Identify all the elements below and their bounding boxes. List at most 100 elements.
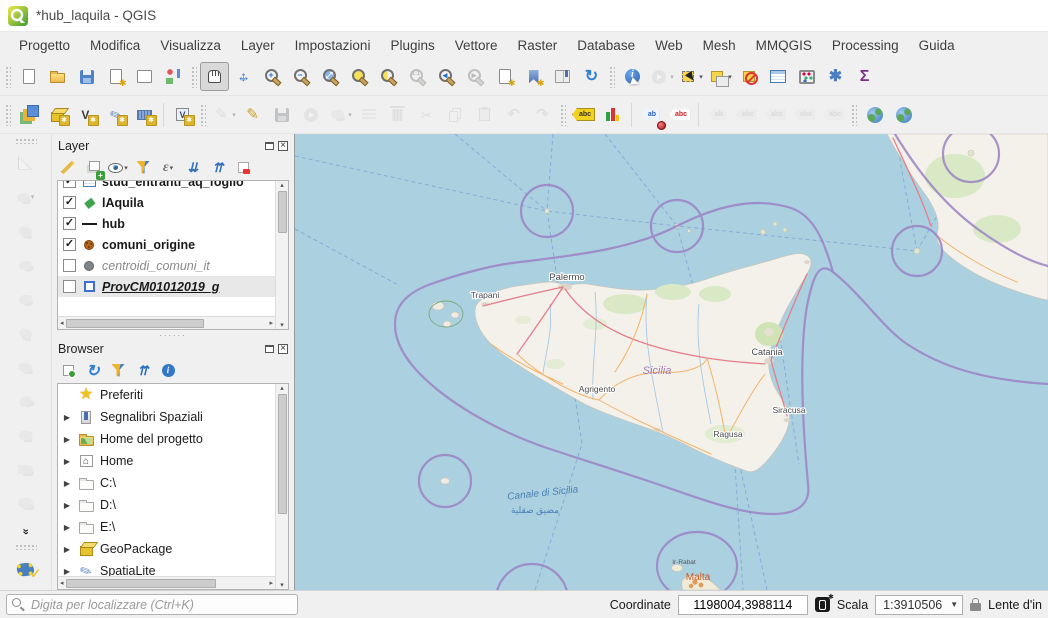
expander-icon[interactable]: ▶ bbox=[62, 435, 72, 444]
lock-icon[interactable] bbox=[970, 603, 981, 611]
toolbar-handle[interactable] bbox=[609, 66, 615, 88]
statistics-summary-button[interactable]: Σ bbox=[850, 62, 879, 91]
browser-item-project-home[interactable]: ▶ Home del progetto bbox=[58, 428, 275, 450]
open-attribute-table-button[interactable] bbox=[763, 62, 792, 91]
remove-layer-button[interactable] bbox=[233, 158, 253, 178]
identify-features-button[interactable] bbox=[618, 62, 647, 91]
new-geopackage-layer-button[interactable] bbox=[43, 100, 72, 129]
browser-item-d-drive[interactable]: ▶ D:\ bbox=[58, 494, 275, 516]
new-shapefile-layer-button[interactable]: V. bbox=[72, 100, 101, 129]
layer-checkbox[interactable] bbox=[63, 196, 76, 209]
processing-toolbox-button[interactable]: ✱ bbox=[821, 62, 850, 91]
toggle-editing-button[interactable]: ✎ bbox=[238, 100, 267, 129]
select-by-form-button[interactable]: ▾ bbox=[705, 62, 734, 91]
toolbar-handle[interactable] bbox=[15, 544, 37, 550]
deselect-all-button[interactable] bbox=[734, 62, 763, 91]
new-print-layout-button[interactable] bbox=[101, 62, 130, 91]
filter-legend-button[interactable] bbox=[133, 158, 153, 178]
metasearch-button[interactable] bbox=[860, 100, 889, 129]
expander-icon[interactable]: ▶ bbox=[62, 413, 72, 422]
show-spatial-bookmarks-button[interactable] bbox=[519, 62, 548, 91]
browser-item-home[interactable]: ▶ Home bbox=[58, 450, 275, 472]
project-open-button[interactable] bbox=[43, 62, 72, 91]
browser-collapse-all-button[interactable]: ⇈ bbox=[133, 361, 153, 381]
layer-checkbox[interactable] bbox=[63, 217, 76, 230]
layer-checkbox[interactable] bbox=[63, 181, 76, 188]
menu-guida[interactable]: Guida bbox=[910, 35, 964, 56]
zoom-last-button[interactable]: ◂ bbox=[432, 62, 461, 91]
toolbar-handle[interactable] bbox=[191, 66, 197, 88]
collapse-all-button[interactable]: ⇈ bbox=[208, 158, 228, 178]
project-new-button[interactable] bbox=[14, 62, 43, 91]
browser-item-preferiti[interactable]: ★ Preferiti bbox=[58, 384, 275, 406]
browser-vscrollbar[interactable]: ▴▾ bbox=[275, 384, 288, 589]
zoom-to-selection-button[interactable] bbox=[345, 62, 374, 91]
expander-icon[interactable]: ▶ bbox=[62, 457, 72, 466]
menu-plugins[interactable]: Plugins bbox=[381, 35, 443, 56]
highlight-pinned-labels-button[interactable]: abc bbox=[665, 100, 694, 129]
layer-checkbox[interactable] bbox=[63, 280, 76, 293]
zoom-full-button[interactable]: ⤢ bbox=[316, 62, 345, 91]
layer-row[interactable]: hub bbox=[58, 213, 275, 234]
zoom-out-button[interactable]: − bbox=[287, 62, 316, 91]
coordinate-input[interactable] bbox=[678, 595, 808, 615]
map-canvas[interactable]: Palermo Trapani Agrigento Catania Siracu… bbox=[295, 134, 1048, 590]
expander-icon[interactable]: ▶ bbox=[62, 545, 72, 554]
menu-mesh[interactable]: Mesh bbox=[694, 35, 745, 56]
pan-map-button[interactable] bbox=[200, 62, 229, 91]
toolbar-handle[interactable] bbox=[851, 104, 857, 126]
show-bookmark-manager-button[interactable] bbox=[548, 62, 577, 91]
layer-list-vscrollbar[interactable]: ▴▾ bbox=[275, 181, 288, 329]
more-digitizing-tools-button[interactable]: » bbox=[9, 520, 43, 542]
float-panel-icon[interactable] bbox=[265, 142, 274, 150]
menu-processing[interactable]: Processing bbox=[823, 35, 908, 56]
toolbar-handle[interactable] bbox=[5, 66, 11, 88]
browser-refresh-button[interactable]: ↻ bbox=[83, 361, 103, 381]
style-manager-button[interactable] bbox=[159, 62, 188, 91]
toolbar-handle[interactable] bbox=[15, 138, 37, 144]
menu-progetto[interactable]: Progetto bbox=[10, 35, 79, 56]
expander-icon[interactable]: ▶ bbox=[62, 501, 72, 510]
menu-mmqgis[interactable]: MMQGIS bbox=[747, 35, 821, 56]
extents-icon[interactable] bbox=[815, 597, 830, 612]
float-panel-icon[interactable] bbox=[265, 345, 274, 353]
menu-visualizza[interactable]: Visualizza bbox=[151, 35, 230, 56]
expander-icon[interactable]: ▶ bbox=[62, 567, 72, 576]
expander-icon[interactable]: ▶ bbox=[62, 479, 72, 488]
geometry-validity-button[interactable] bbox=[9, 552, 43, 586]
filter-browser-button[interactable] bbox=[108, 361, 128, 381]
menu-impostazioni[interactable]: Impostazioni bbox=[286, 35, 380, 56]
manage-map-themes-button[interactable]: ▾ bbox=[108, 158, 128, 178]
web-service-button[interactable] bbox=[889, 100, 918, 129]
browser-item-c-drive[interactable]: ▶ C:\ bbox=[58, 472, 275, 494]
browser-hscrollbar[interactable]: ◂▸ bbox=[58, 576, 275, 589]
browser-item-e-drive[interactable]: ▶ E:\ bbox=[58, 516, 275, 538]
layer-checkbox[interactable] bbox=[63, 238, 76, 251]
layer-row[interactable]: ◆ lAquila bbox=[58, 192, 275, 213]
menu-web[interactable]: Web bbox=[646, 35, 692, 56]
menu-raster[interactable]: Raster bbox=[509, 35, 567, 56]
refresh-map-button[interactable]: ↻ bbox=[577, 62, 606, 91]
menu-vettore[interactable]: Vettore bbox=[446, 35, 507, 56]
scale-combobox[interactable]: 1:3910506 ▼ bbox=[875, 595, 963, 615]
pin-labels-button[interactable]: ab bbox=[636, 100, 665, 129]
locator-input[interactable] bbox=[6, 594, 298, 615]
add-selected-layers-button[interactable] bbox=[58, 361, 78, 381]
toolbar-handle[interactable] bbox=[560, 104, 566, 126]
layer-row-selected[interactable]: ProvCM01012019_g bbox=[58, 276, 275, 297]
data-source-manager-button[interactable] bbox=[14, 100, 43, 129]
layer-row[interactable]: stud_entranti_aq_foglio bbox=[58, 181, 275, 192]
menu-database[interactable]: Database bbox=[568, 35, 644, 56]
menu-modifica[interactable]: Modifica bbox=[81, 35, 149, 56]
expand-all-button[interactable]: ⇊ bbox=[183, 158, 203, 178]
close-panel-icon[interactable]: × bbox=[278, 344, 288, 354]
panel-splitter[interactable]: ...... bbox=[52, 330, 294, 337]
expander-icon[interactable]: ▶ bbox=[62, 523, 72, 532]
browser-item-segnalibri[interactable]: ▶ Segnalibri Spaziali bbox=[58, 406, 275, 428]
project-save-button[interactable] bbox=[72, 62, 101, 91]
close-panel-icon[interactable]: × bbox=[278, 141, 288, 151]
pan-to-selection-button[interactable] bbox=[229, 62, 258, 91]
layer-list-hscrollbar[interactable]: ◂▸ bbox=[58, 316, 275, 329]
layer-diagram-button[interactable] bbox=[598, 100, 627, 129]
toolbar-handle[interactable] bbox=[200, 104, 206, 126]
